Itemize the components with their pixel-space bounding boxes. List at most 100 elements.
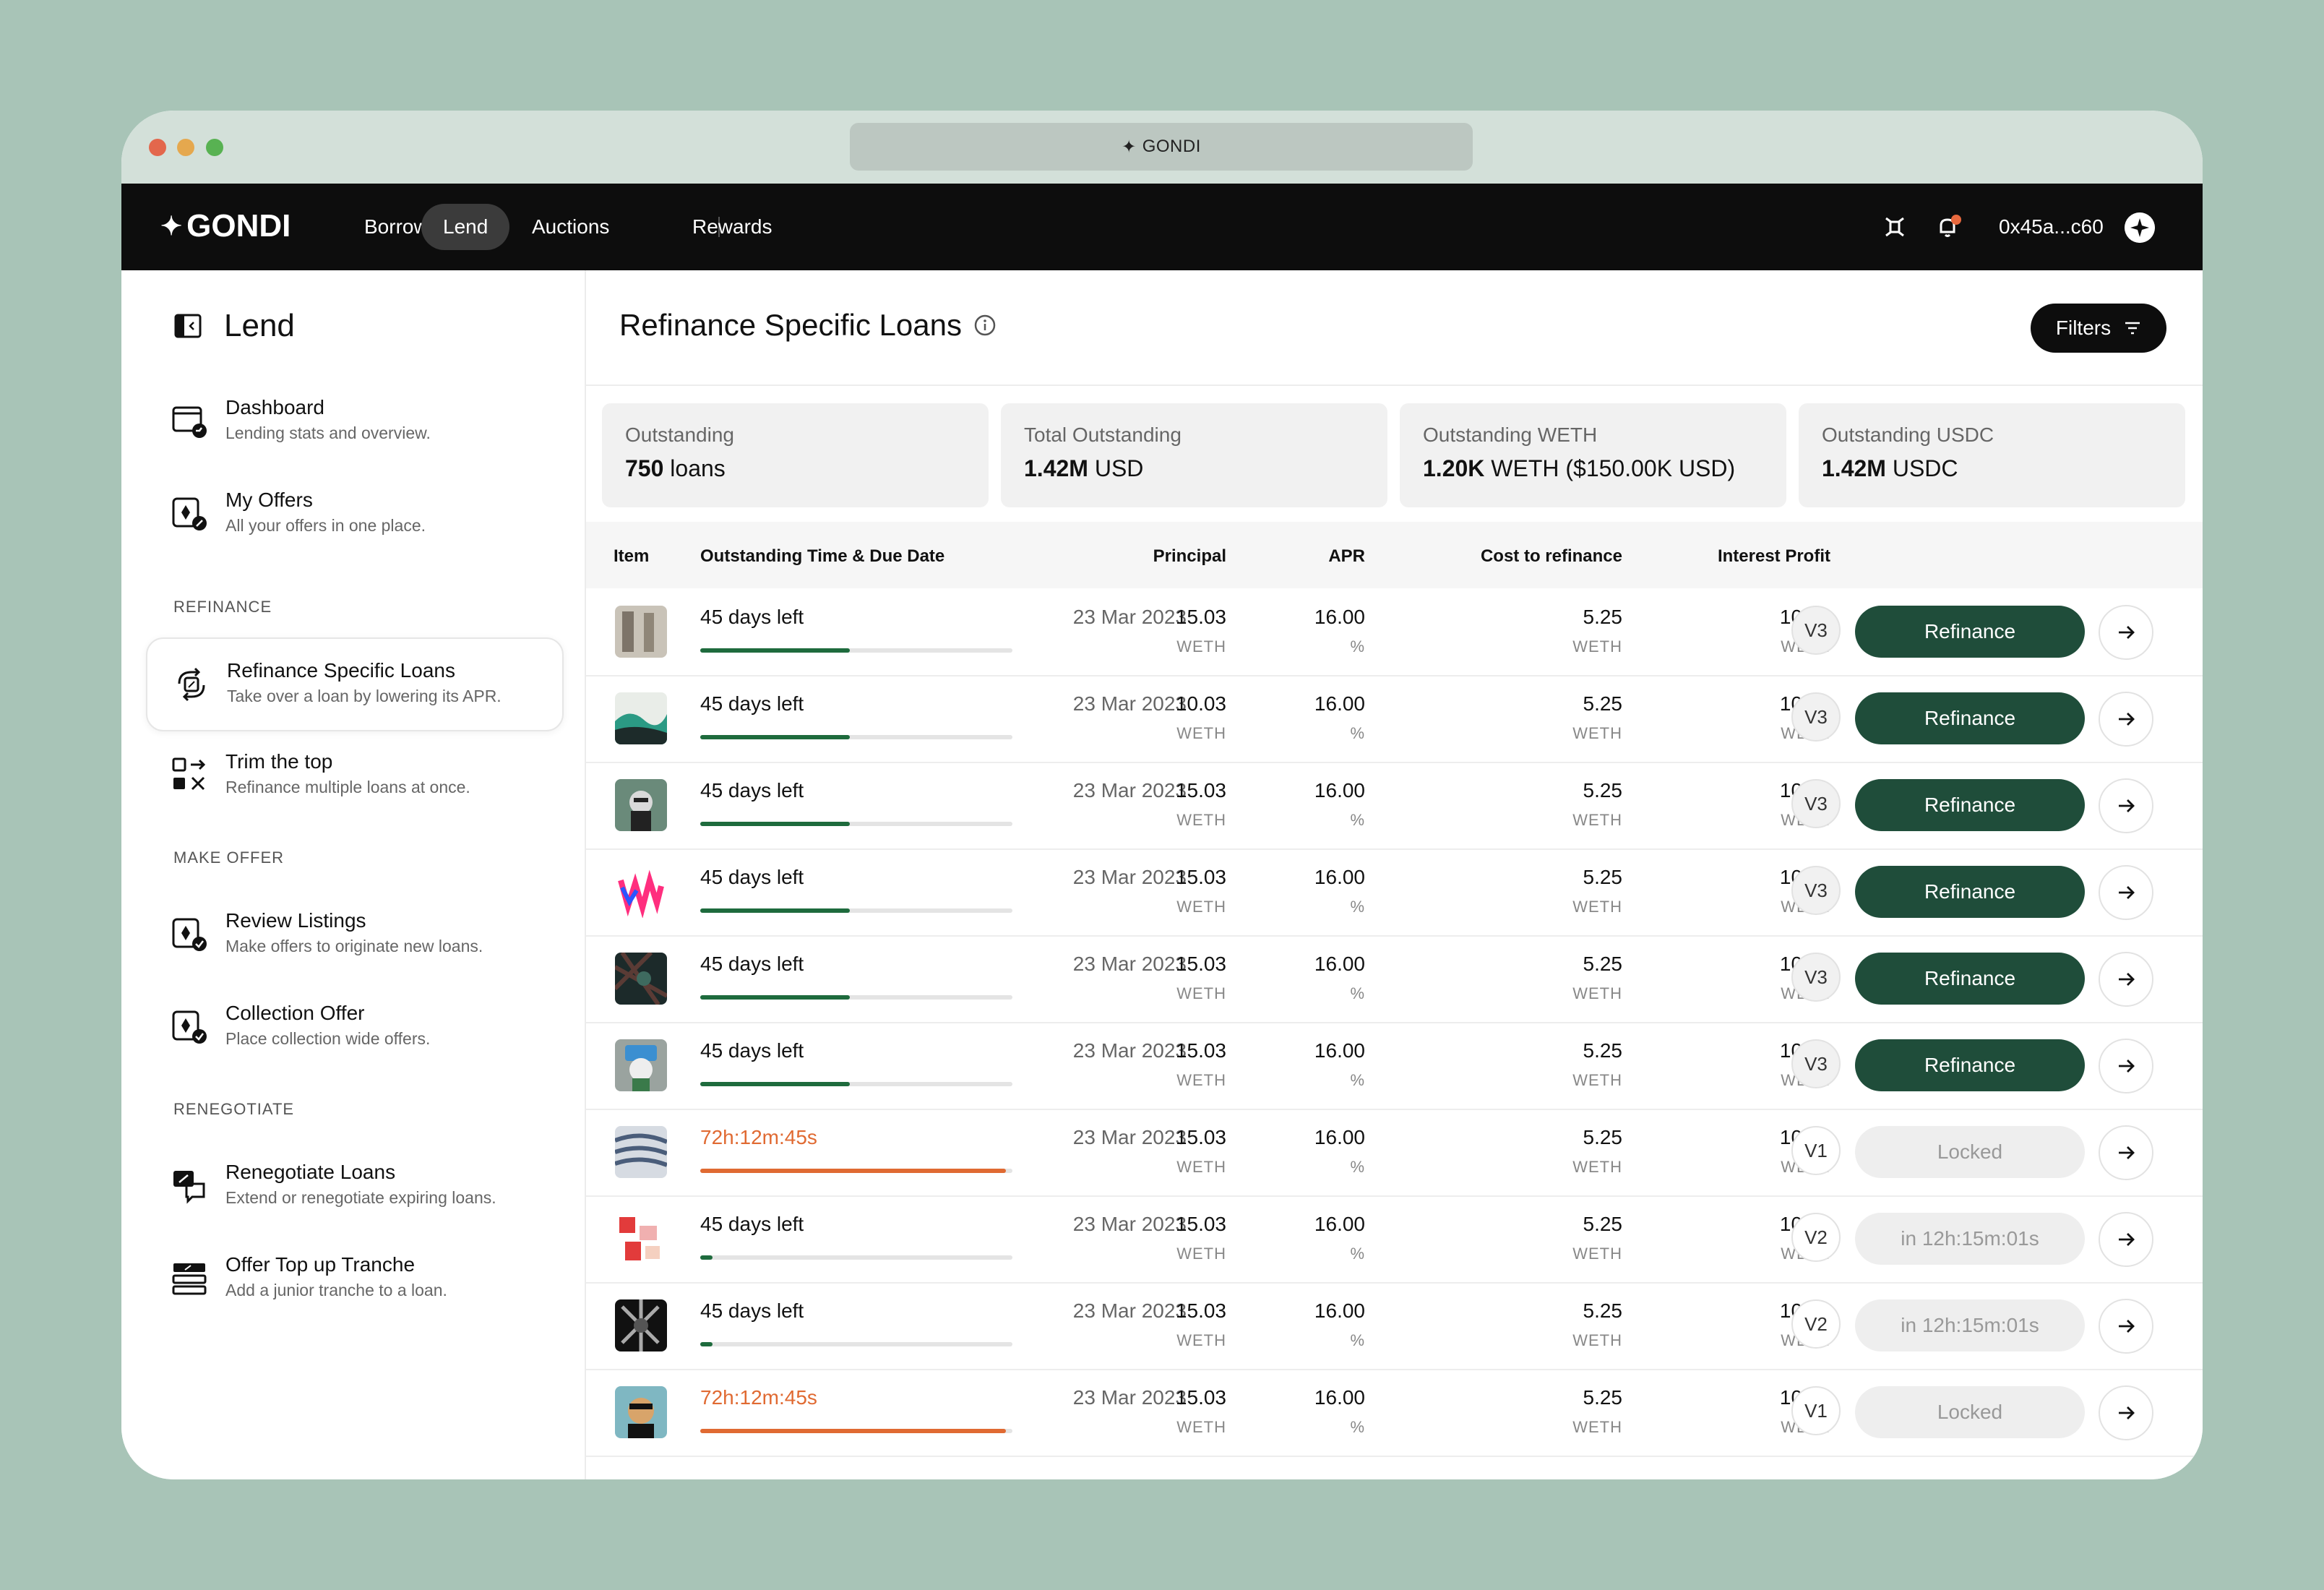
- sidebar-item-collection-offer[interactable]: Collection Offer Place collection wide o…: [146, 981, 561, 1073]
- refinance-button[interactable]: Refinance: [1855, 606, 2085, 658]
- profit-unit: WETH: [1541, 898, 1830, 916]
- sidebar-item-trim-the-top[interactable]: Trim the top Refinance multiple loans at…: [146, 730, 561, 821]
- table-row[interactable]: 72h:12m:45s 23 Mar 2023 15.03 WETH 16.00% 5.2…: [586, 1369, 2203, 1457]
- collapse-sidebar-icon[interactable]: [173, 311, 202, 340]
- table-row[interactable]: 45 days left 23 Mar 2023 15.03 WETH 16.00% 5.…: [586, 1195, 2203, 1284]
- gondi-logo[interactable]: ✦ GONDI: [160, 208, 290, 244]
- sidebar-item-offer-top-up-tranche[interactable]: Offer Top up Tranche Add a junior tranch…: [146, 1233, 561, 1324]
- sidebar-item-refinance-specific-loans[interactable]: Refinance Specific Loans Take over a loa…: [146, 637, 564, 731]
- close-window-button[interactable]: [149, 139, 166, 156]
- table-row[interactable]: 45 days left 23 Mar 2023 15.03 WETH 16.00% 5.…: [586, 1022, 2203, 1110]
- profit-unit: WETH: [1541, 637, 1830, 656]
- refinance-button[interactable]: Refinance: [1855, 779, 2085, 831]
- nft-thumbnail[interactable]: [615, 866, 667, 918]
- notification-dot: [1951, 215, 1961, 225]
- col-item[interactable]: Item: [614, 546, 649, 567]
- nav-lend[interactable]: Lend: [421, 204, 510, 250]
- nft-thumbnail[interactable]: [615, 692, 667, 744]
- row-detail-button[interactable]: [2099, 778, 2153, 833]
- stat-value: 750 loans: [625, 455, 726, 481]
- page-title: Refinance Specific Loans: [619, 308, 997, 343]
- table-row[interactable]: 45 days left 23 Mar 2023 15.03 WETH 16.00% 5.…: [586, 935, 2203, 1023]
- stat-outstanding-usdc: Outstanding USDC 1.42M USDC: [1799, 403, 2185, 507]
- maximize-window-button[interactable]: [206, 139, 223, 156]
- sidebar-item-title: Collection Offer: [225, 1002, 365, 1024]
- profit-unit: WETH: [1541, 1071, 1830, 1090]
- row-detail-button[interactable]: [2099, 865, 2153, 920]
- refinance-button[interactable]: Refinance: [1855, 692, 2085, 744]
- row-detail-button[interactable]: [2099, 1212, 2153, 1267]
- principal-unit: WETH: [1176, 1158, 1226, 1176]
- table-row[interactable]: 72h:12m:45s 23 Mar 2023 15.03 WETH 16.00% 5.2…: [586, 1109, 2203, 1197]
- refinance-button[interactable]: Refinance: [1855, 866, 2085, 918]
- principal-unit: WETH: [1176, 898, 1226, 916]
- nft-thumbnail[interactable]: [615, 1386, 667, 1438]
- filters-label: Filters: [2055, 317, 2112, 339]
- minimize-window-button[interactable]: [177, 139, 194, 156]
- col-outstanding-time[interactable]: Outstanding Time & Due Date: [700, 546, 944, 567]
- listing-icon: [172, 918, 207, 951]
- version-badge: V3: [1791, 953, 1841, 1002]
- sidebar-item-review-listings[interactable]: Review Listings Make offers to originate…: [146, 889, 561, 980]
- nav-auctions[interactable]: Auctions: [510, 204, 631, 250]
- nft-thumbnail[interactable]: [615, 1126, 667, 1178]
- nft-thumbnail[interactable]: [615, 1213, 667, 1265]
- nav-rewards[interactable]: Rewards: [671, 204, 793, 250]
- tranche-icon: [172, 1263, 207, 1295]
- table-row[interactable]: 45 days left 23 Mar 2023 15.03 WETH 16.00% 5.…: [586, 1282, 2203, 1370]
- principal-value: 15.03: [1175, 1299, 1226, 1322]
- nft-thumbnail[interactable]: [615, 1039, 667, 1091]
- row-detail-button[interactable]: [2099, 1299, 2153, 1354]
- refinance-icon: [178, 667, 205, 702]
- principal-value: 15.03: [1175, 1213, 1226, 1235]
- address-bar-title: GONDI: [1142, 137, 1201, 156]
- table-row[interactable]: 45 days left 23 Mar 2023 15.03 WETH 16.00% 5.…: [586, 762, 2203, 850]
- time-left: 72h:12m:45s: [700, 1126, 817, 1148]
- sidebar-item-my-offers[interactable]: My Offers All your offers in one place.: [146, 468, 561, 559]
- address-bar[interactable]: ✦ GONDI: [850, 123, 1473, 171]
- version-badge: V2: [1791, 1213, 1841, 1262]
- sidebar-item-renegotiate-loans[interactable]: Renegotiate Loans Extend or renegotiate …: [146, 1140, 561, 1232]
- stat-outstanding: Outstanding 750 loans: [602, 403, 989, 507]
- row-detail-button[interactable]: [2099, 692, 2153, 747]
- filters-button[interactable]: Filters: [2031, 304, 2166, 353]
- row-detail-button[interactable]: [2099, 952, 2153, 1007]
- row-detail-button[interactable]: [2099, 1039, 2153, 1093]
- nft-thumbnail[interactable]: [615, 779, 667, 831]
- table-row[interactable]: 45 days left 23 Mar 2023 15.03 WETH 16.00% 5.…: [586, 848, 2203, 937]
- version-badge: V1: [1791, 1126, 1841, 1175]
- wallet-address[interactable]: 0x45a...c60: [1999, 205, 2104, 249]
- sidebar-item-subtitle: Add a junior tranche to a loan.: [225, 1281, 447, 1299]
- refinance-button[interactable]: Refinance: [1855, 953, 2085, 1005]
- frame-icon[interactable]: [1880, 212, 1909, 241]
- time-progress-fill: [700, 1342, 713, 1346]
- renegotiate-icon: [173, 1171, 205, 1204]
- profit-unit: WETH: [1541, 1331, 1830, 1350]
- sidebar-item-dashboard[interactable]: Dashboard Lending stats and overview.: [146, 376, 561, 467]
- principal-unit: WETH: [1176, 724, 1226, 742]
- row-detail-button[interactable]: [2099, 1385, 2153, 1440]
- wallet-avatar-icon[interactable]: [2125, 212, 2155, 243]
- col-principal[interactable]: Principal: [1082, 546, 1226, 567]
- stat-label: Total Outstanding: [1024, 424, 1182, 446]
- col-interest-profit[interactable]: Interest Profit: [1541, 546, 1830, 567]
- info-icon[interactable]: [973, 314, 997, 337]
- col-apr[interactable]: APR: [1221, 546, 1365, 567]
- profit-unit: WETH: [1541, 984, 1830, 1003]
- table-row[interactable]: 45 days left 23 Mar 2023 15.03 WETH 16.00% 5.…: [586, 588, 2203, 676]
- principal-value: 15.03: [1175, 1126, 1226, 1148]
- principal-value: 15.03: [1175, 866, 1226, 888]
- profit-unit: WETH: [1541, 811, 1830, 830]
- row-detail-button[interactable]: [2099, 1125, 2153, 1180]
- refinance-button[interactable]: Refinance: [1855, 1039, 2085, 1091]
- profit-unit: WETH: [1541, 1245, 1830, 1263]
- nft-thumbnail[interactable]: [615, 606, 667, 658]
- principal-unit: WETH: [1176, 1071, 1226, 1089]
- nft-thumbnail[interactable]: [615, 1299, 667, 1352]
- principal-value: 15.03: [1175, 1039, 1226, 1062]
- time-left: 72h:12m:45s: [700, 1386, 817, 1409]
- nft-thumbnail[interactable]: [615, 953, 667, 1005]
- apr-value: 16.00: [1314, 779, 1365, 802]
- row-detail-button[interactable]: [2099, 605, 2153, 660]
- table-row[interactable]: 45 days left 23 Mar 2023 10.03 WETH 16.00% 5.…: [586, 675, 2203, 763]
